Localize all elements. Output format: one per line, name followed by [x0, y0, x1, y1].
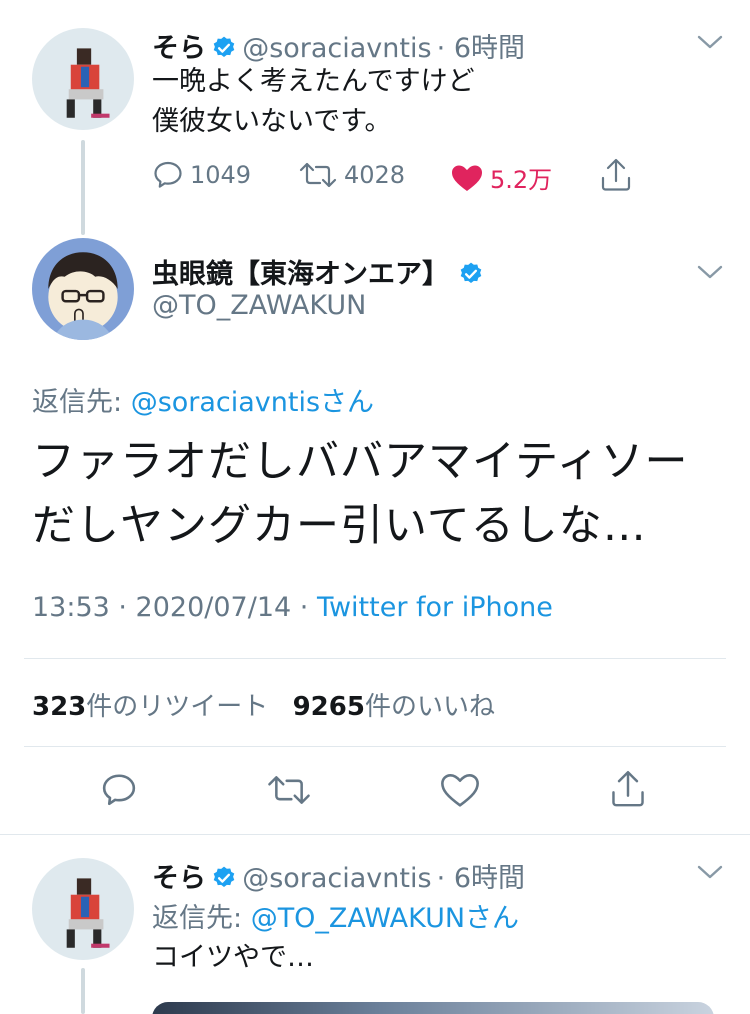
user-handle[interactable]: @soraciavntis: [242, 33, 431, 64]
reply-button[interactable]: [100, 772, 138, 808]
share-button[interactable]: [610, 770, 646, 808]
display-name[interactable]: 虫眼鏡【東海オンエア】: [152, 259, 449, 290]
likes-count: 9265: [292, 692, 365, 722]
divider: [0, 834, 750, 835]
like-button[interactable]: [440, 772, 480, 808]
tweet-text-line: 僕彼女いないです。: [152, 106, 392, 137]
verified-badge-icon: [460, 262, 482, 283]
source-link[interactable]: Twitter for iPhone: [317, 592, 553, 623]
like-button[interactable]: 5.2万: [450, 160, 552, 195]
tweet-text-line: ファラオだしババアマイティソー: [32, 437, 689, 487]
reply-to-link[interactable]: @TO_ZAWAKUNさん: [251, 903, 519, 934]
retweet-icon: [268, 776, 310, 804]
avatar[interactable]: [32, 238, 134, 340]
avatar-mushimegane-image: [32, 238, 134, 340]
likes-stat[interactable]: 9265件のいいね: [293, 692, 495, 722]
retweet-icon: [299, 162, 337, 188]
verified-badge-icon: [213, 866, 235, 887]
thread-line: [81, 968, 85, 1014]
heart-icon: [441, 774, 479, 807]
reply-to-prefix: 返信先:: [32, 387, 131, 418]
tweet-time: · 6時間: [436, 33, 525, 64]
chevron-down-icon[interactable]: [696, 262, 724, 282]
avatar-sora-image: [32, 28, 134, 130]
like-count: 5.2万: [490, 166, 553, 194]
display-name[interactable]: そら: [152, 863, 206, 894]
reply-icon: [154, 161, 182, 188]
tweet-time: · 6時間: [436, 863, 525, 894]
tweet-text: コイツやで…: [152, 942, 314, 973]
thread-line: [81, 140, 85, 235]
reply-icon: [102, 774, 136, 806]
engagement-stats: 323件のリツイート 9265件のいいね: [32, 686, 495, 723]
reply-button[interactable]: 1049: [152, 160, 251, 190]
share-icon: [601, 158, 631, 191]
avatar-sora-image: [32, 858, 134, 960]
reply-to-link[interactable]: @soraciavntisさん: [131, 387, 374, 418]
verified-badge-icon: [213, 36, 235, 57]
retweets-count: 323: [32, 692, 87, 722]
main-tweet-text: ファラオだしババアマイティソー だしヤングカー引いてるしな…: [32, 430, 689, 558]
divider: [24, 746, 726, 747]
retweets-label: 件のリツイート: [86, 692, 269, 722]
timestamp[interactable]: 13:53 · 2020/07/14 ·: [32, 592, 317, 623]
retweet-count: 4028: [344, 161, 406, 189]
tweet-header: そら @soraciavntis · 6時間: [152, 856, 525, 895]
tweet-meta: 13:53 · 2020/07/14 · Twitter for iPhone: [32, 592, 553, 623]
tweet-media-image[interactable]: [152, 1002, 714, 1014]
likes-label: 件のいいね: [364, 692, 495, 722]
reply-count: 1049: [190, 161, 252, 189]
chevron-down-icon[interactable]: [696, 862, 724, 882]
heart-filled-icon: [452, 165, 482, 191]
author-name-row: 虫眼鏡【東海オンエア】: [152, 252, 484, 291]
user-handle[interactable]: @TO_ZAWAKUN: [152, 290, 366, 321]
retweet-button[interactable]: 4028: [298, 160, 405, 190]
tweet-text: 一晩よく考えたんですけど 僕彼女いないです。: [152, 62, 475, 142]
retweet-button[interactable]: [266, 772, 312, 808]
reply-to-line: 返信先: @TO_ZAWAKUNさん: [152, 896, 519, 935]
retweets-stat[interactable]: 323件のリツイート: [32, 692, 268, 722]
share-button[interactable]: [600, 158, 632, 192]
share-icon: [612, 771, 644, 807]
display-name[interactable]: そら: [152, 33, 206, 64]
divider: [24, 658, 726, 659]
tweet-text-line: 一晩よく考えたんですけど: [152, 66, 475, 97]
reply-to-prefix: 返信先:: [152, 903, 251, 934]
chevron-down-icon[interactable]: [696, 32, 724, 52]
user-handle[interactable]: @soraciavntis: [242, 863, 431, 894]
tweet-text-line: だしヤングカー引いてるしな…: [32, 501, 647, 551]
avatar[interactable]: [32, 28, 134, 130]
reply-to-line: 返信先: @soraciavntisさん: [32, 380, 374, 419]
avatar[interactable]: [32, 858, 134, 960]
tweet-header: そら @soraciavntis · 6時間: [152, 26, 525, 65]
